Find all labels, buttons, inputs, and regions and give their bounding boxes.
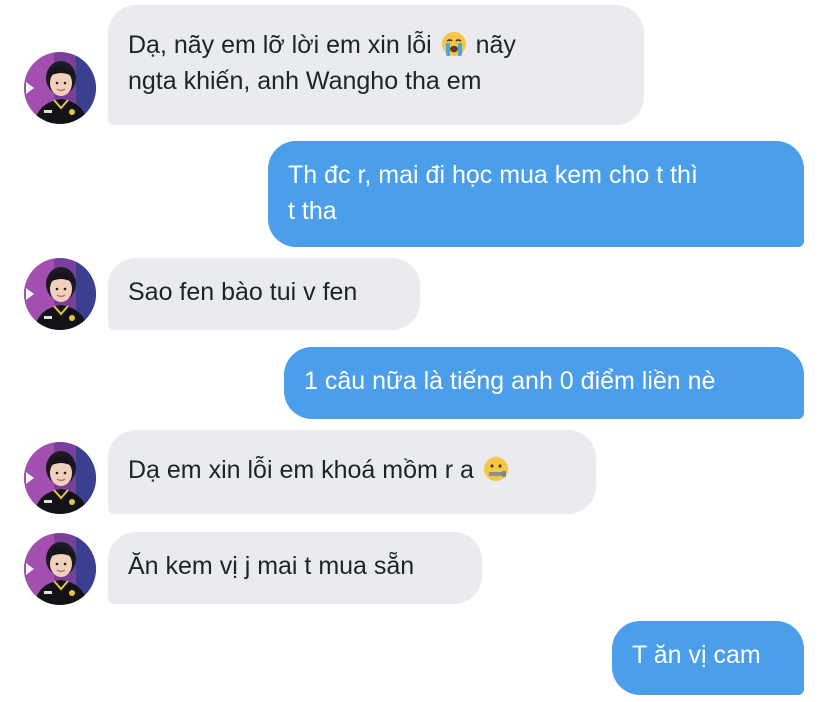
message-line: Dạ em xin lỗi em khoá mồm r a <box>128 452 576 488</box>
incoming-message-bubble[interactable]: Dạ em xin lỗi em khoá mồm r a <box>108 430 596 514</box>
contact-avatar-icon[interactable] <box>24 533 96 605</box>
message-line: Dạ, nãy em lỡ lời em xin lỗi nãy <box>128 31 516 59</box>
message-line: Th đc r, mai đi học mua kem cho t thì <box>288 161 698 189</box>
loudly-crying-face-icon <box>441 31 467 57</box>
contact-avatar-icon[interactable] <box>24 258 96 330</box>
outgoing-message-bubble[interactable]: Th đc r, mai đi học mua kem cho t thì t … <box>268 141 804 247</box>
incoming-message-bubble[interactable]: Ăn kem vị j mai t mua sẵn <box>108 532 482 604</box>
incoming-message-bubble[interactable]: Dạ, nãy em lỡ lời em xin lỗi nãy ngta kh… <box>108 5 644 125</box>
contact-avatar-icon[interactable] <box>24 442 96 514</box>
zipper-mouth-face-icon <box>483 456 509 482</box>
message-line: ngta khiến, anh Wangho tha em <box>128 67 482 95</box>
contact-avatar-icon[interactable] <box>24 52 96 124</box>
message-line: t tha <box>288 197 337 225</box>
outgoing-message-bubble[interactable]: T ăn vị cam <box>612 621 804 695</box>
incoming-message-bubble[interactable]: Sao fen bào tui v fen <box>108 258 420 330</box>
message-line: Ăn kem vị j mai t mua sẵn <box>128 552 415 580</box>
chat-thread: Dạ, nãy em lỡ lời em xin lỗi nãy ngta kh… <box>0 0 828 702</box>
message-line: T ăn vị cam <box>632 641 761 669</box>
message-line: 1 câu nữa là tiếng anh 0 điểm liền nè <box>304 367 716 395</box>
message-line: Sao fen bào tui v fen <box>128 278 358 306</box>
outgoing-message-bubble[interactable]: 1 câu nữa là tiếng anh 0 điểm liền nè <box>284 347 804 419</box>
